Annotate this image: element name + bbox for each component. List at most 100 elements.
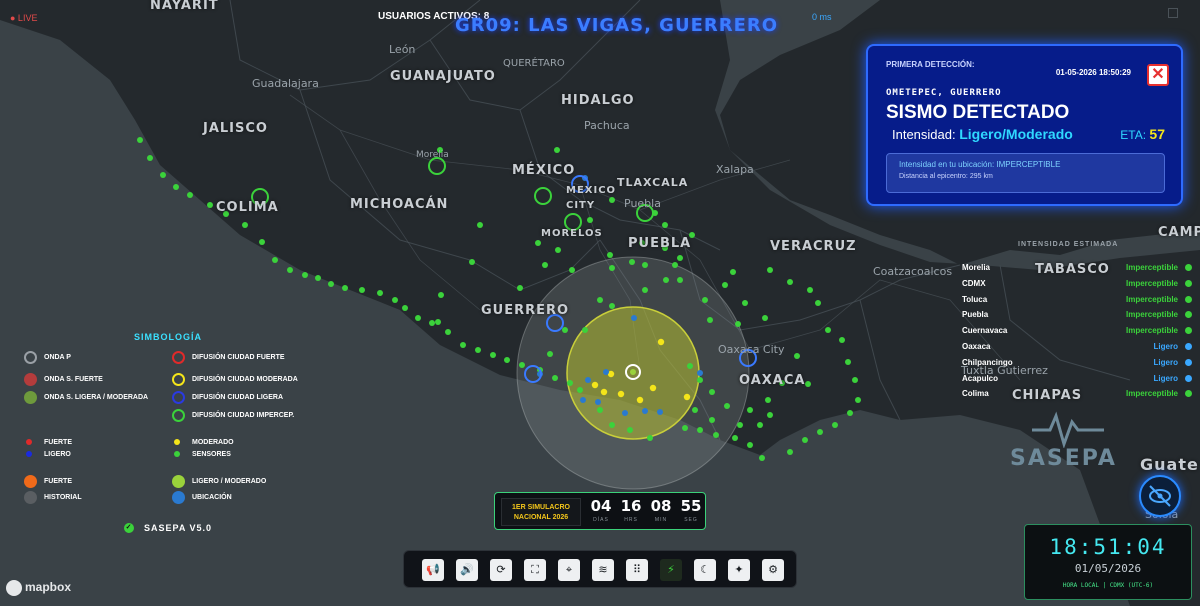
sensor-marker[interactable]	[697, 427, 703, 433]
location-marker[interactable]	[622, 410, 628, 416]
sensor-marker[interactable]	[562, 327, 568, 333]
sensor-marker[interactable]	[852, 377, 858, 383]
sensor-marker[interactable]	[662, 222, 668, 228]
sensor-marker[interactable]	[787, 279, 793, 285]
moderate-sensor-marker[interactable]	[649, 384, 657, 392]
sensor-marker[interactable]	[147, 155, 153, 161]
sensor-marker[interactable]	[359, 287, 365, 293]
sensor-marker[interactable]	[173, 184, 179, 190]
sensor-marker[interactable]	[577, 387, 583, 393]
sensor-marker[interactable]	[707, 317, 713, 323]
sensor-marker[interactable]	[713, 432, 719, 438]
sensor-marker[interactable]	[825, 327, 831, 333]
sensor-marker[interactable]	[767, 267, 773, 273]
location-marker[interactable]	[585, 377, 591, 383]
speaker-button[interactable]: 🔊	[456, 559, 478, 581]
sensor-marker[interactable]	[855, 397, 861, 403]
sensor-marker[interactable]	[735, 321, 741, 327]
location-marker[interactable]	[595, 399, 601, 405]
sensor-marker[interactable]	[730, 269, 736, 275]
sensor-marker[interactable]	[737, 422, 743, 428]
sensor-marker[interactable]	[490, 352, 496, 358]
sensor-marker[interactable]	[794, 353, 800, 359]
sensor-marker[interactable]	[682, 425, 688, 431]
sensor-marker[interactable]	[663, 277, 669, 283]
sensor-marker[interactable]	[677, 255, 683, 261]
visibility-toggle-button[interactable]	[1139, 475, 1181, 517]
layers-button[interactable]: ≋	[592, 559, 614, 581]
sensor-marker[interactable]	[137, 137, 143, 143]
megaphone-button[interactable]: 📢	[422, 559, 444, 581]
sensor-marker[interactable]	[519, 362, 525, 368]
sensor-marker[interactable]	[287, 267, 293, 273]
sensor-marker[interactable]	[762, 315, 768, 321]
sensor-marker[interactable]	[709, 389, 715, 395]
location-marker[interactable]	[631, 315, 637, 321]
sensor-marker[interactable]	[392, 297, 398, 303]
sensor-marker[interactable]	[702, 297, 708, 303]
moderate-sensor-marker[interactable]	[683, 393, 691, 401]
sensor-marker[interactable]	[807, 287, 813, 293]
sensor-marker[interactable]	[475, 347, 481, 353]
moderate-sensor-marker[interactable]	[600, 388, 608, 396]
sensor-marker[interactable]	[609, 422, 615, 428]
grid-button[interactable]: ⠿	[626, 559, 648, 581]
sensor-marker[interactable]	[445, 329, 451, 335]
sensor-marker[interactable]	[742, 300, 748, 306]
sensor-marker[interactable]	[435, 319, 441, 325]
sensor-marker[interactable]	[709, 417, 715, 423]
sensor-marker[interactable]	[597, 297, 603, 303]
sensor-marker[interactable]	[554, 147, 560, 153]
sensor-marker[interactable]	[747, 442, 753, 448]
sensor-marker[interactable]	[302, 272, 308, 278]
sensor-marker[interactable]	[629, 259, 635, 265]
sensor-marker[interactable]	[687, 363, 693, 369]
sensor-marker[interactable]	[597, 407, 603, 413]
sensor-marker[interactable]	[817, 429, 823, 435]
sensor-marker[interactable]	[582, 327, 588, 333]
moderate-sensor-marker[interactable]	[657, 338, 665, 346]
sensor-marker[interactable]	[839, 337, 845, 343]
sensor-marker[interactable]	[569, 267, 575, 273]
sensor-marker[interactable]	[517, 285, 523, 291]
sensor-marker[interactable]	[504, 357, 510, 363]
location-marker[interactable]	[697, 370, 703, 376]
sensor-marker[interactable]	[759, 455, 765, 461]
location-marker[interactable]	[642, 408, 648, 414]
sensor-marker[interactable]	[732, 435, 738, 441]
sensor-marker[interactable]	[429, 320, 435, 326]
sensor-marker[interactable]	[555, 247, 561, 253]
sensor-marker[interactable]	[377, 290, 383, 296]
sensor-marker[interactable]	[722, 282, 728, 288]
sensor-marker[interactable]	[802, 437, 808, 443]
sensor-marker[interactable]	[567, 380, 573, 386]
fullscreen-button[interactable]: ⛶	[524, 559, 546, 581]
sensor-marker[interactable]	[765, 397, 771, 403]
moderate-sensor-marker[interactable]	[617, 390, 625, 398]
sensor-marker[interactable]	[315, 275, 321, 281]
sensor-marker[interactable]	[724, 403, 730, 409]
sensor-marker[interactable]	[477, 222, 483, 228]
sensor-marker[interactable]	[609, 265, 615, 271]
sensor-marker[interactable]	[747, 407, 753, 413]
settings-button[interactable]: ⚙	[762, 559, 784, 581]
location-marker[interactable]	[657, 409, 663, 415]
sensor-marker[interactable]	[272, 257, 278, 263]
sensor-marker[interactable]	[460, 342, 466, 348]
location-marker[interactable]	[580, 397, 586, 403]
sensor-marker[interactable]	[642, 262, 648, 268]
sensor-marker[interactable]	[587, 217, 593, 223]
sensor-marker[interactable]	[552, 375, 558, 381]
sensor-marker[interactable]	[767, 412, 773, 418]
satellite-button[interactable]: ✦	[728, 559, 750, 581]
sensor-marker[interactable]	[547, 351, 553, 357]
mapbox-logo[interactable]: mapbox	[6, 580, 71, 596]
sensor-marker[interactable]	[609, 303, 615, 309]
sensor-marker[interactable]	[647, 435, 653, 441]
sensor-marker[interactable]	[342, 285, 348, 291]
sensor-marker[interactable]	[207, 202, 213, 208]
plug-button[interactable]: ⚡	[660, 559, 682, 581]
sensor-marker[interactable]	[845, 359, 851, 365]
sensor-marker[interactable]	[242, 222, 248, 228]
sensor-marker[interactable]	[815, 300, 821, 306]
